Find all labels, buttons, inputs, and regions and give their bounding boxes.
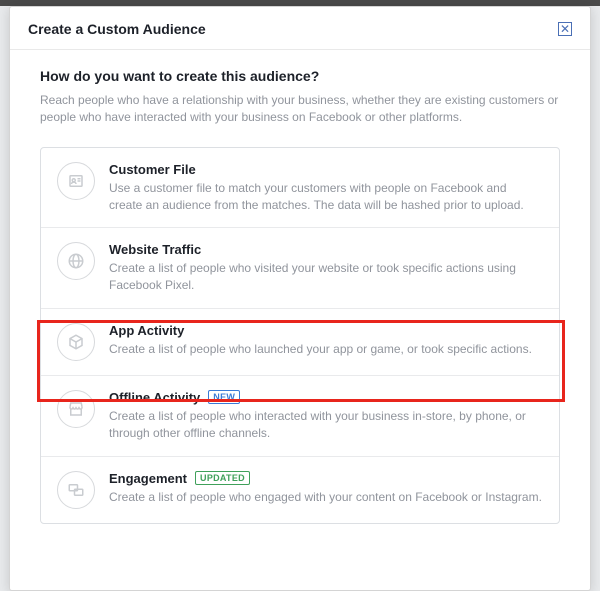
option-offline-activity[interactable]: Offline Activity NEW Create a list of pe… <box>41 376 559 457</box>
option-desc: Create a list of people who launched you… <box>109 341 543 358</box>
dialog-header: Create a Custom Audience ✕ <box>10 7 590 50</box>
option-website-traffic[interactable]: Website Traffic Create a list of people … <box>41 228 559 309</box>
updated-badge: UPDATED <box>195 471 250 485</box>
option-customer-file[interactable]: Customer File Use a customer file to mat… <box>41 148 559 229</box>
engagement-icon <box>57 471 95 509</box>
option-desc: Use a customer file to match your custom… <box>109 180 543 214</box>
close-button[interactable]: ✕ <box>558 22 572 36</box>
option-title: Offline Activity <box>109 390 200 405</box>
option-title-row: Offline Activity NEW <box>109 390 543 405</box>
option-body: Customer File Use a customer file to mat… <box>109 162 543 214</box>
dialog-body: How do you want to create this audience?… <box>10 50 590 544</box>
option-body: Offline Activity NEW Create a list of pe… <box>109 390 543 442</box>
close-icon: ✕ <box>560 23 570 35</box>
option-app-activity[interactable]: App Activity Create a list of people who… <box>41 309 559 376</box>
create-custom-audience-dialog: Create a Custom Audience ✕ How do you wa… <box>9 6 591 591</box>
new-badge: NEW <box>208 390 240 404</box>
option-title: App Activity <box>109 323 184 338</box>
option-title: Customer File <box>109 162 196 177</box>
globe-icon <box>57 242 95 280</box>
option-body: App Activity Create a list of people who… <box>109 323 543 358</box>
question-subtext: Reach people who have a relationship wit… <box>40 92 560 127</box>
option-engagement[interactable]: Engagement UPDATED Create a list of peop… <box>41 457 559 523</box>
option-title: Engagement <box>109 471 187 486</box>
audience-option-list: Customer File Use a customer file to mat… <box>40 147 560 524</box>
option-desc: Create a list of people who interacted w… <box>109 408 543 442</box>
customer-file-icon <box>57 162 95 200</box>
store-icon <box>57 390 95 428</box>
option-desc: Create a list of people who visited your… <box>109 260 543 294</box>
option-body: Website Traffic Create a list of people … <box>109 242 543 294</box>
dialog-title: Create a Custom Audience <box>28 21 206 37</box>
option-title-row: App Activity <box>109 323 543 338</box>
option-title-row: Website Traffic <box>109 242 543 257</box>
option-title-row: Customer File <box>109 162 543 177</box>
option-title: Website Traffic <box>109 242 201 257</box>
option-desc: Create a list of people who engaged with… <box>109 489 543 506</box>
option-title-row: Engagement UPDATED <box>109 471 543 486</box>
option-body: Engagement UPDATED Create a list of peop… <box>109 471 543 506</box>
cube-icon <box>57 323 95 361</box>
question-heading: How do you want to create this audience? <box>40 68 560 84</box>
